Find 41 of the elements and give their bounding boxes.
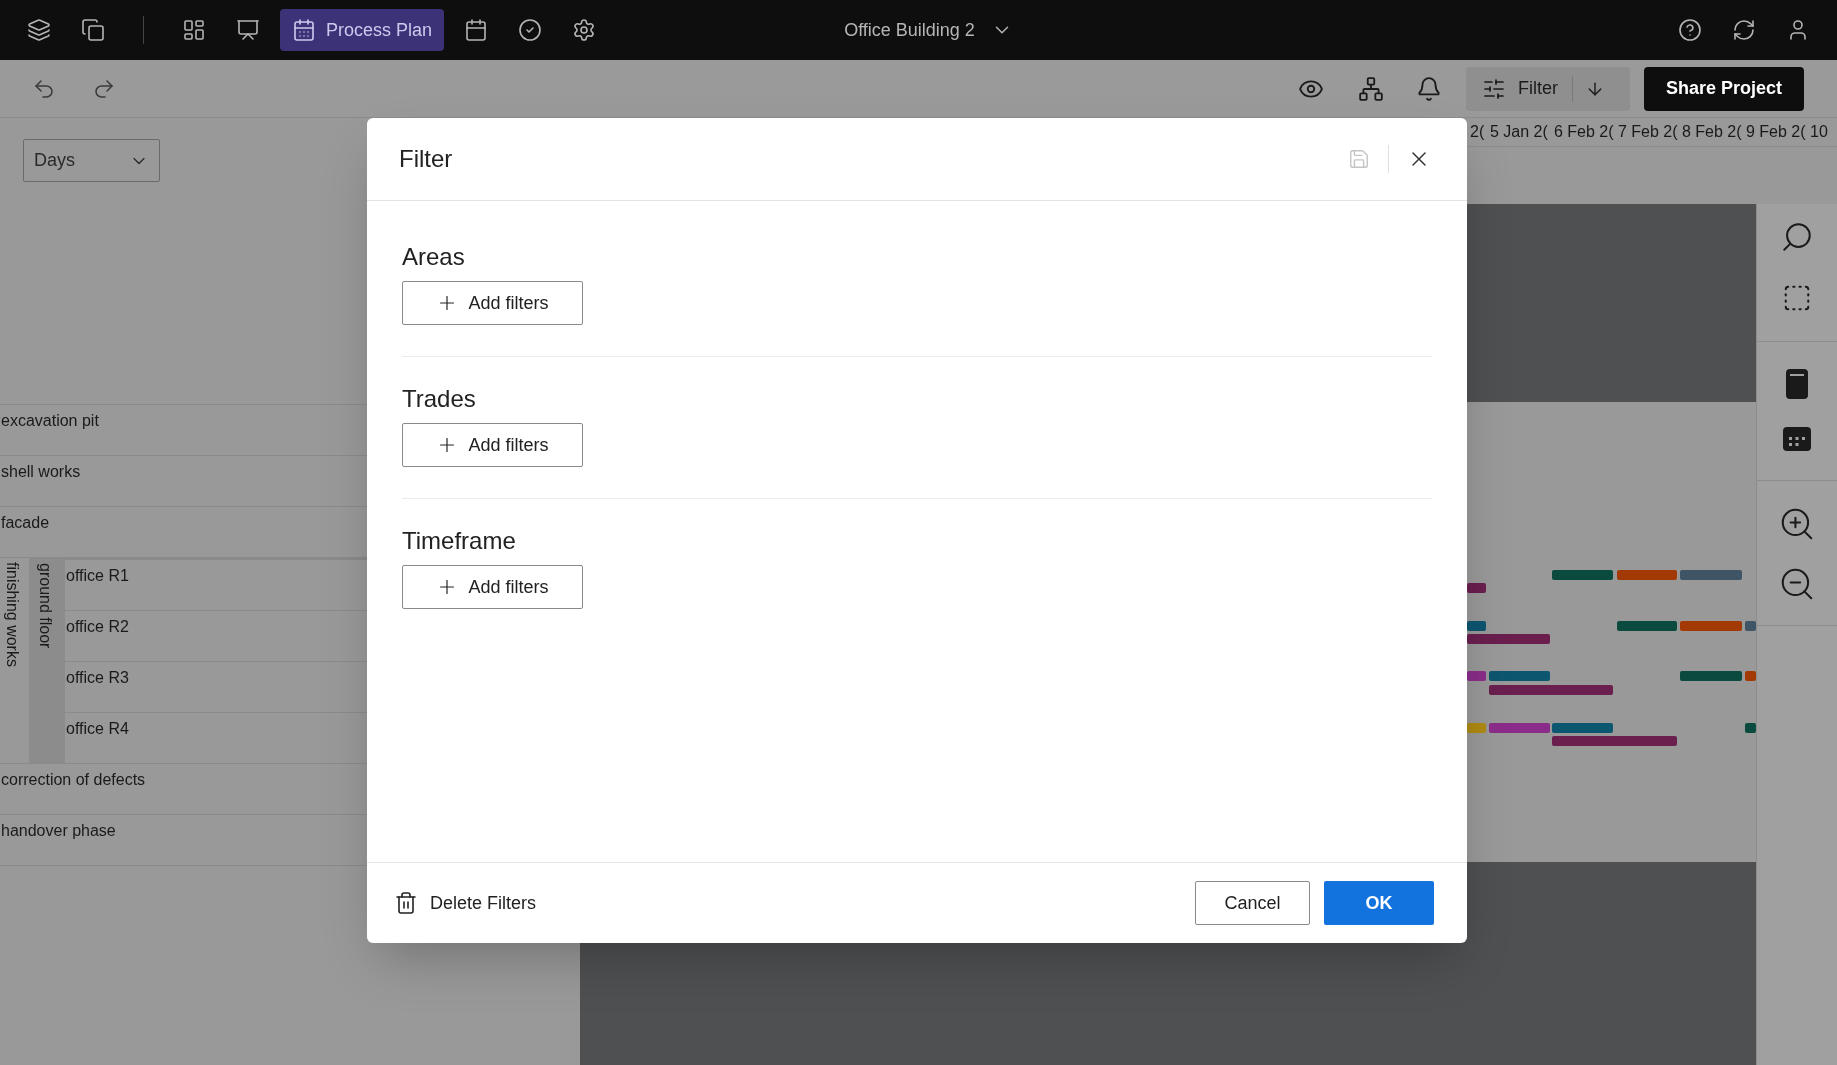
hierarchy-icon[interactable] [1357,75,1384,102]
sliders-icon [1481,76,1506,101]
group-label: ground floor [36,563,55,649]
share-project-button[interactable]: Share Project [1643,66,1804,111]
calendar-grid-icon[interactable] [1782,426,1812,452]
cancel-button[interactable]: Cancel [1195,881,1310,925]
date-header: 9 Feb 2( [1746,122,1807,142]
group-label: finishing works [3,562,22,667]
section-title: Timeframe [402,527,517,555]
add-filters-button[interactable]: Add filters [402,281,583,325]
ok-button[interactable]: OK [1324,881,1434,925]
task-row-label: correction of defects [1,771,146,788]
dialog-title: Filter [399,144,453,174]
delete-filters-button[interactable]: Delete Filters [394,889,537,917]
calendar-icon [292,18,316,42]
bell-icon[interactable] [1415,75,1442,102]
date-header: 7 Feb 2( [1618,122,1679,142]
task-row-label: excavation pit [1,412,99,429]
project-selector[interactable]: Office Building 2 [844,16,1013,44]
add-filters-button[interactable]: Add filters [402,565,583,609]
task-row-label: office R1 [66,567,129,584]
section-title: Trades [402,385,477,413]
add-filters-button[interactable]: Add filters [402,423,583,467]
section-title: Areas [402,243,466,271]
date-header: 6 Feb 2( [1554,122,1615,142]
task-row-label: handover phase [1,822,116,839]
task-row-label: office R4 [66,720,129,737]
module-tab[interactable]: Process Plan [280,9,445,51]
task-row-label: office R2 [66,618,129,635]
view-select[interactable]: Days [23,139,160,182]
date-header: 10 [1810,122,1828,142]
task-row-label: facade [1,514,50,531]
trash-icon [394,891,418,915]
task-row-label: office R3 [66,669,129,686]
date-header: 8 Feb 2( [1682,122,1743,142]
tablet-icon[interactable] [1784,368,1810,400]
search-icon[interactable] [1780,220,1814,254]
date-header: 5 Jan 2( [1490,122,1549,142]
task-row-label: shell works [1,463,81,480]
date-header: 2( [1470,122,1486,142]
dashed-selection-icon[interactable] [1782,283,1812,313]
